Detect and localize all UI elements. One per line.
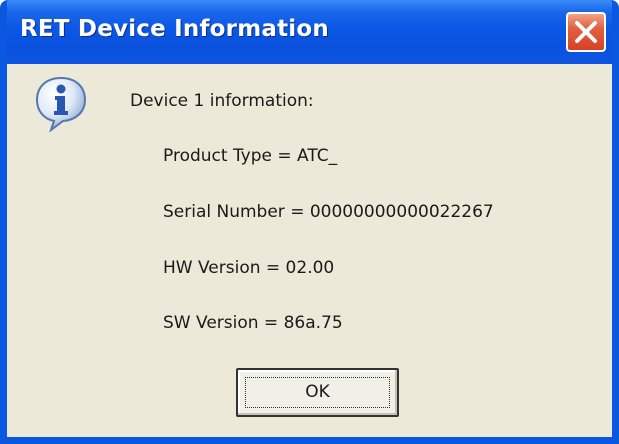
ok-button[interactable]: OK [236, 368, 399, 417]
title-bar[interactable]: RET Device Information [7, 0, 612, 64]
close-icon [575, 21, 597, 43]
hw-version-line: HW Version = 02.00 [163, 258, 335, 278]
window-title: RET Device Information [20, 16, 329, 42]
information-icon [33, 74, 89, 133]
sw-version-line: SW Version = 86a.75 [163, 313, 343, 333]
close-button[interactable] [566, 12, 606, 52]
product-type-line: Product Type = ATC_ [163, 146, 338, 166]
dialog-window: RET Device Information Device 1 informat… [0, 0, 619, 444]
message-heading: Device 1 information: [130, 91, 314, 111]
ok-button-label: OK [305, 382, 330, 402]
serial-number-line: Serial Number = 00000000000022267 [163, 202, 494, 222]
